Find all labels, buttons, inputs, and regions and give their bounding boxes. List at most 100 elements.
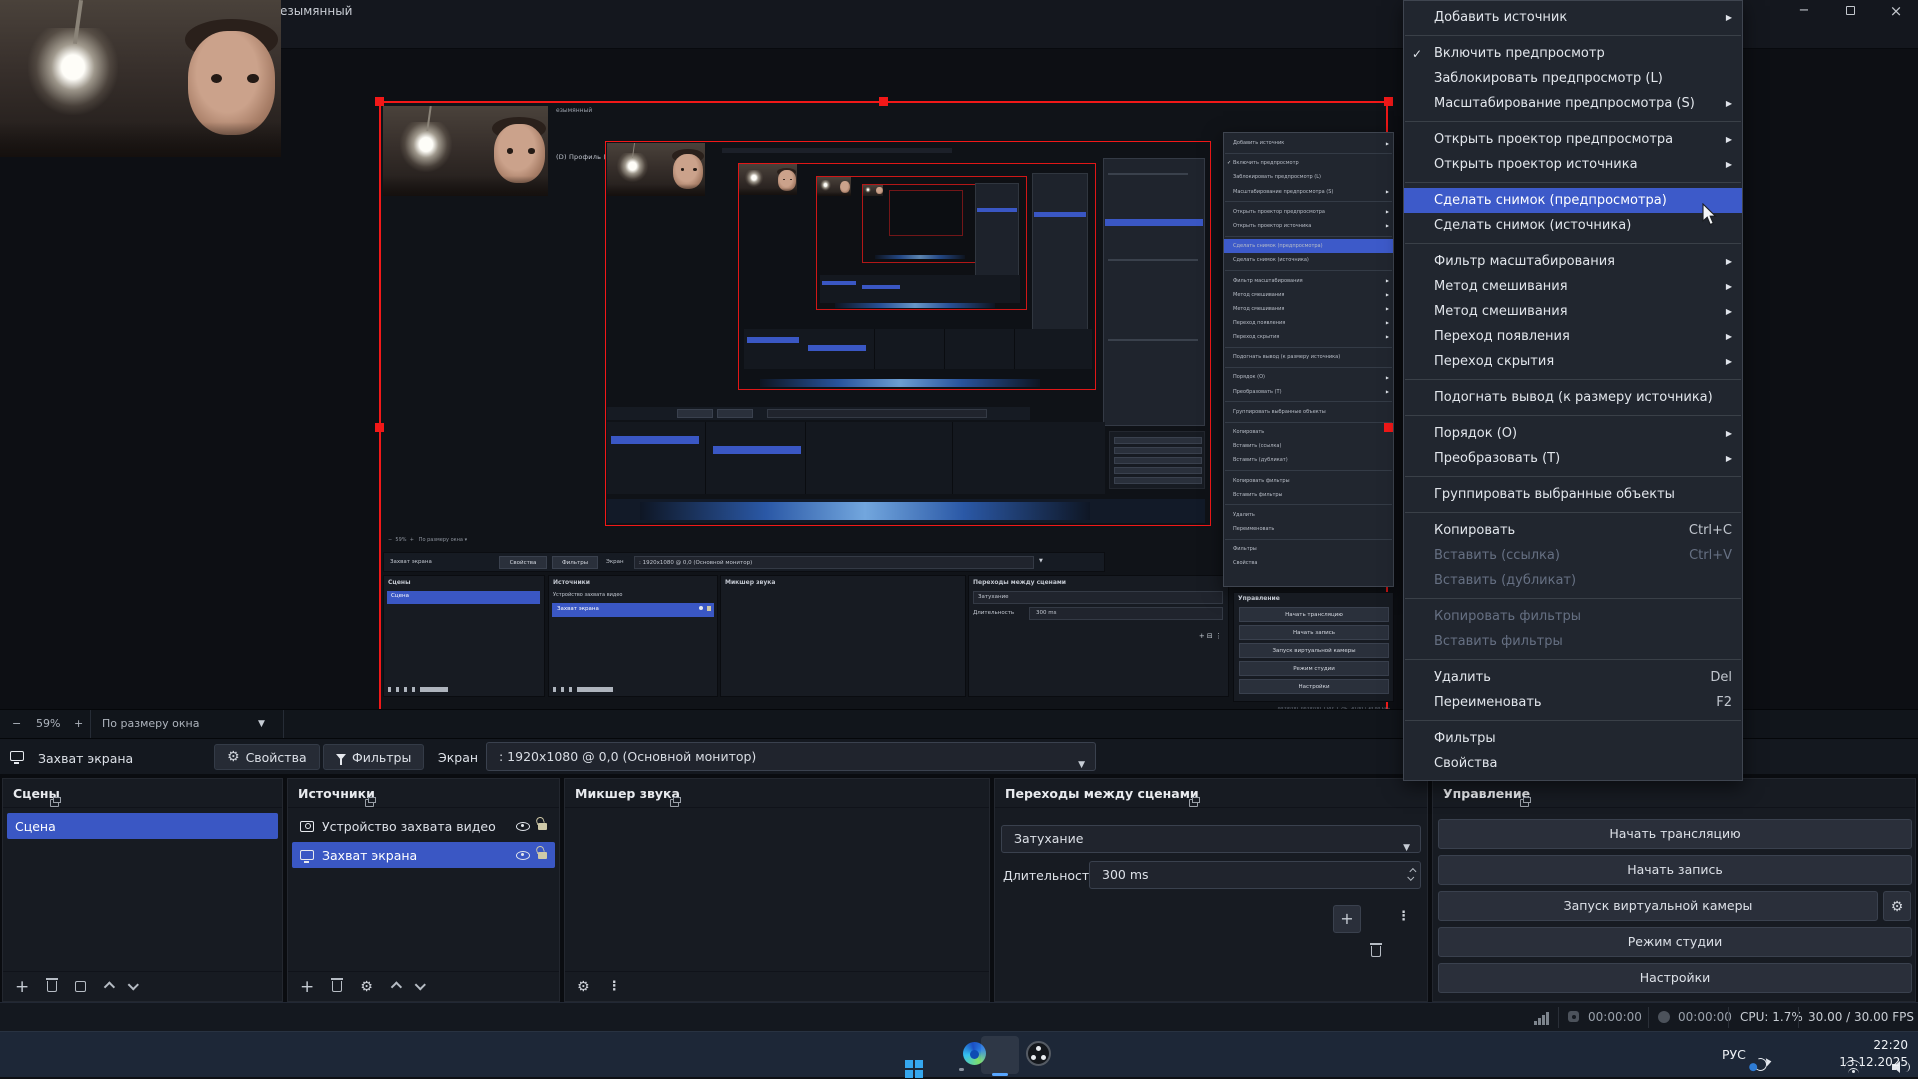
menu-item-label: Фильтр масштабирования <box>1233 278 1382 284</box>
filters-button[interactable]: Фильтры <box>323 744 424 770</box>
resize-handle[interactable] <box>375 97 384 106</box>
context-menu-item[interactable]: Копировать фильтры <box>1404 604 1742 629</box>
context-menu-item[interactable]: Порядок (O)▶ <box>1404 421 1742 446</box>
controls-dock: Управление Начать трансляциюНачать запис… <box>1432 778 1916 1002</box>
remove-source-button[interactable] <box>332 981 342 992</box>
mouse-cursor <box>1702 203 1720 227</box>
context-menu-item[interactable]: Открыть проектор предпросмотра▶ <box>1404 127 1742 152</box>
scene-filters-button[interactable] <box>75 981 86 992</box>
move-source-down-button[interactable] <box>414 979 425 990</box>
advanced-audio-button[interactable]: ⚙ <box>577 980 590 994</box>
maximize-button[interactable] <box>1841 3 1859 19</box>
close-button[interactable]: × <box>1887 3 1905 19</box>
stepper-arrows[interactable] <box>1409 869 1414 882</box>
minimize-button[interactable]: − <box>1795 3 1813 19</box>
context-menu-item[interactable]: Открыть проектор источника▶ <box>1404 152 1742 177</box>
studio-mode-button[interactable]: Режим студии <box>1438 927 1912 957</box>
move-scene-down-button[interactable] <box>128 979 139 990</box>
menu-item-label: Переименовать <box>1434 695 1692 710</box>
context-menu-item[interactable]: Вставить фильтры <box>1404 629 1742 654</box>
submenu-arrow-icon: ▶ <box>1386 320 1389 325</box>
kebab-menu-icon[interactable]: ⋮ <box>608 979 621 994</box>
move-scene-up-button[interactable] <box>104 981 115 992</box>
context-menu-item[interactable]: Группировать выбранные объекты <box>1404 482 1742 507</box>
context-menu-item[interactable]: ПереименоватьF2 <box>1404 690 1742 715</box>
context-menu-item[interactable]: Подогнать вывод (к размеру источника) <box>1404 385 1742 410</box>
context-menu-item[interactable]: Заблокировать предпросмотр (L) <box>1404 66 1742 91</box>
context-menu-item[interactable]: Свойства <box>1404 751 1742 776</box>
context-menu-item[interactable]: ✓Включить предпросмотр <box>1404 41 1742 66</box>
clock-date[interactable]: 13.12.2025 <box>1828 1055 1908 1069</box>
context-menu-item[interactable]: Преобразовать (T)▶ <box>1404 446 1742 471</box>
add-source-button[interactable]: + <box>300 980 314 994</box>
context-menu-item[interactable]: Добавить источник▶ <box>1404 5 1742 30</box>
add-scene-button[interactable]: + <box>15 980 29 994</box>
context-menu-item[interactable]: Сделать снимок (предпросмотра) <box>1404 188 1742 213</box>
kebab-menu-icon[interactable]: ⋮ <box>1397 909 1410 924</box>
context-menu-item[interactable]: Сделать снимок (источника) <box>1404 213 1742 238</box>
popout-icon[interactable] <box>365 799 374 807</box>
fit-mode-combo[interactable]: По размеру окна <box>102 717 199 730</box>
nested3-docks <box>744 329 1092 369</box>
context-menu-item[interactable]: КопироватьCtrl+C <box>1404 518 1742 543</box>
menu-separator <box>1405 121 1741 122</box>
popout-icon[interactable] <box>1189 799 1198 807</box>
source-properties-button[interactable]: ⚙ <box>360 980 373 994</box>
obs-app-icon[interactable] <box>1026 1041 1051 1066</box>
context-menu-item: Преобразовать (T)▶ <box>1224 385 1393 399</box>
nested-sources-dock: Источники Устройство захвата видео Захва… <box>548 575 718 697</box>
resize-handle[interactable] <box>375 423 384 432</box>
resize-handle[interactable] <box>1384 97 1393 106</box>
unlock-icon[interactable] <box>538 823 547 830</box>
context-menu-item[interactable]: Фильтр масштабирования▶ <box>1404 249 1742 274</box>
menu-shortcut: Ctrl+C <box>1689 523 1732 538</box>
context-menu-item[interactable]: Метод смешивания▶ <box>1404 299 1742 324</box>
context-menu-item[interactable]: Переход скрытия▶ <box>1404 349 1742 374</box>
start-streaming-button[interactable]: Начать трансляцию <box>1438 819 1912 849</box>
virtual-camera-settings-button[interactable]: ⚙ <box>1883 891 1911 921</box>
context-menu-item[interactable]: Фильтры <box>1404 726 1742 751</box>
popout-icon[interactable] <box>670 799 679 807</box>
start-virtual-camera-button[interactable]: Запуск виртуальной камеры <box>1438 891 1878 921</box>
menu-separator <box>1225 347 1392 348</box>
zoom-out-button[interactable]: − <box>12 717 21 730</box>
remove-transition-button[interactable] <box>1371 946 1381 957</box>
settings-button[interactable]: Настройки <box>1438 963 1912 993</box>
menu-item-label: Метод смешивания <box>1434 304 1712 319</box>
start-button-icon[interactable] <box>905 1060 913 1068</box>
menu-separator <box>1405 659 1741 660</box>
visibility-icon[interactable] <box>516 822 530 831</box>
context-menu-item[interactable]: УдалитьDel <box>1404 665 1742 690</box>
language-indicator[interactable]: РУС <box>1722 1047 1746 1062</box>
context-menu-item[interactable]: Масштабирование предпросмотра (S)▶ <box>1404 91 1742 116</box>
clock-time[interactable]: 22:20 <box>1843 1038 1908 1052</box>
context-menu-item[interactable]: Метод смешивания▶ <box>1404 274 1742 299</box>
unlock-icon[interactable] <box>538 852 547 859</box>
source-row[interactable]: Захват экрана <box>292 842 555 868</box>
context-menu-item: Вставить (ссылка) <box>1224 439 1393 453</box>
sync-tray-icon[interactable] <box>1752 1056 1769 1073</box>
context-menu-item[interactable]: Переход появления▶ <box>1404 324 1742 349</box>
move-source-up-button[interactable] <box>391 981 402 992</box>
add-transition-button[interactable]: + <box>1333 905 1361 933</box>
nested-controls-dock: Управление Начать трансляцию Начать запи… <box>1233 592 1394 702</box>
filter-icon <box>336 754 346 760</box>
scenes-dock-title: Сцены <box>3 779 282 808</box>
resize-handle[interactable] <box>1384 423 1393 432</box>
properties-button[interactable]: ⚙ Свойства <box>214 744 320 770</box>
source-row[interactable]: Устройство захвата видео <box>292 813 555 839</box>
remove-scene-button[interactable] <box>47 981 57 992</box>
menu-separator <box>1225 539 1392 540</box>
context-menu-item[interactable]: Вставить (дубликат) <box>1404 568 1742 593</box>
popout-icon[interactable] <box>50 799 59 807</box>
resize-handle[interactable] <box>879 97 888 106</box>
visibility-icon[interactable] <box>516 851 530 860</box>
duration-stepper[interactable]: 300 ms <box>1089 861 1421 889</box>
context-menu-item[interactable]: Вставить (ссылка)Ctrl+V <box>1404 543 1742 568</box>
popout-icon[interactable] <box>1520 799 1529 807</box>
zoom-in-button[interactable]: + <box>74 717 83 730</box>
screen-select[interactable]: : 1920x1080 @ 0,0 (Основной монитор) ▼ <box>486 742 1096 771</box>
transition-select[interactable]: Затухание ▼ <box>1001 825 1421 853</box>
start-recording-button[interactable]: Начать запись <box>1438 855 1912 885</box>
scene-row[interactable]: Сцена <box>7 813 278 839</box>
